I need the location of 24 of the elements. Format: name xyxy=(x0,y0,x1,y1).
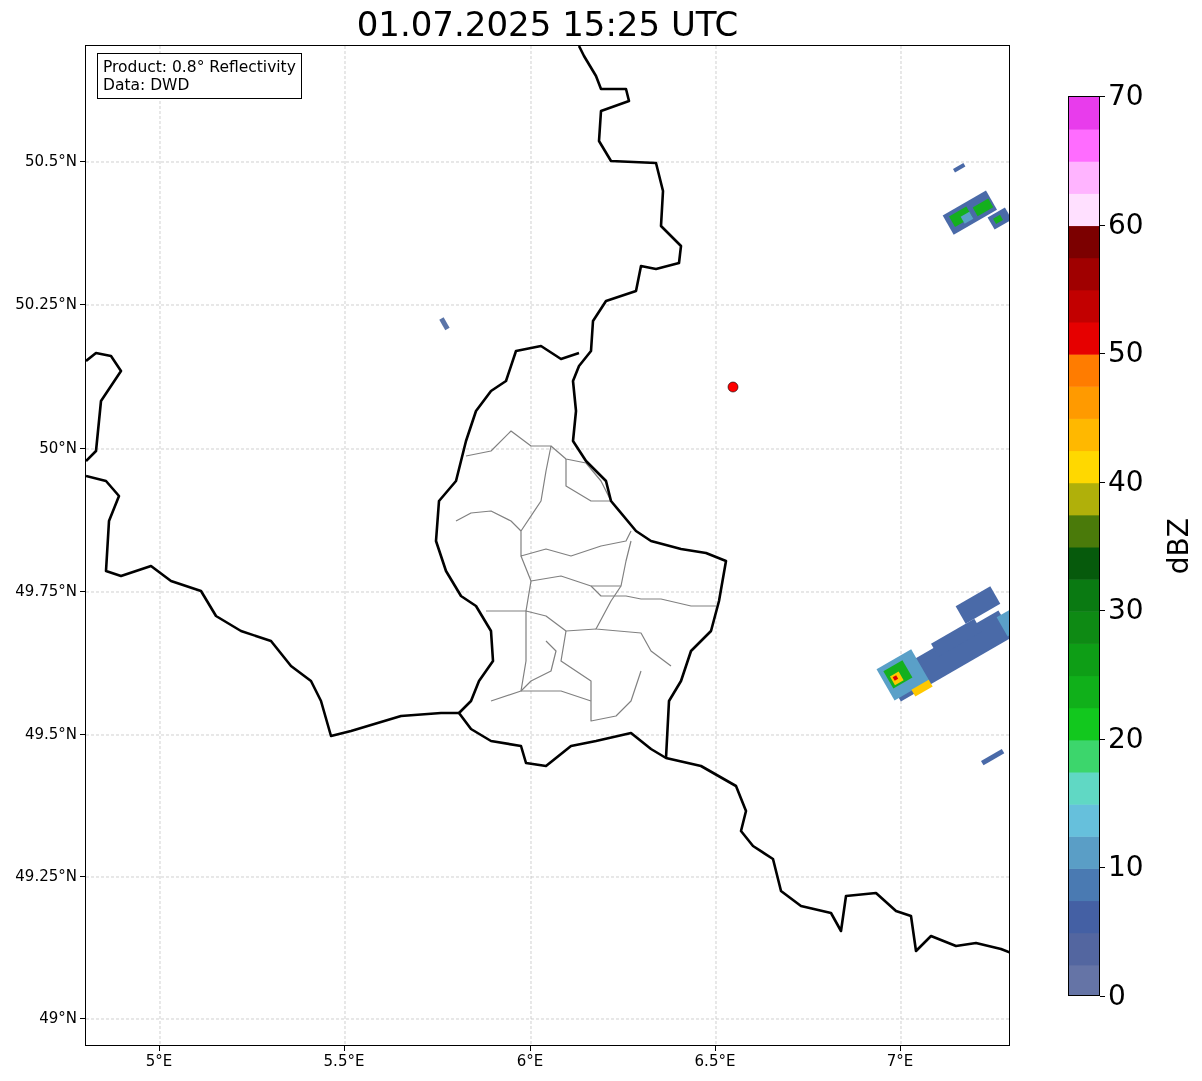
axis-tick-label: 6°E xyxy=(516,1052,544,1070)
colorbar-tick-label: 50 xyxy=(1108,339,1144,368)
colorbar-tick-label: 10 xyxy=(1108,853,1144,882)
colorbar-label: dBZ xyxy=(1164,518,1194,575)
chart-title: 01.07.2025 15:25 UTC xyxy=(355,4,740,44)
colorbar-tick-label: 70 xyxy=(1108,82,1144,110)
axis-tick-label: 50.25°N xyxy=(15,295,77,313)
axis-tick-label: 49°N xyxy=(39,1009,77,1027)
axis-tick-label: 50°N xyxy=(39,439,77,457)
colorbar-tick-label: 30 xyxy=(1108,596,1144,625)
colorbar-tick-label: 40 xyxy=(1108,467,1144,496)
colorbar-tick-label: 0 xyxy=(1108,982,1126,1010)
info-text: Data: DWD xyxy=(103,76,191,94)
axis-tick-label: 49.5°N xyxy=(24,725,77,743)
info-text: Product: 0.8° Reflectivity xyxy=(103,58,296,76)
axis-tick-label: 7°E xyxy=(886,1052,914,1070)
axis-tick-label: 6.5°E xyxy=(694,1052,736,1070)
axis-tick-label: 5.5°E xyxy=(323,1052,365,1070)
axis-tick-label: 50.5°N xyxy=(24,152,77,170)
colorbar-tick-label: 20 xyxy=(1108,724,1144,753)
axis-tick-label: 49.75°N xyxy=(15,582,77,600)
colorbar-tick-label: 60 xyxy=(1108,210,1144,239)
axis-tick-label: 49.25°N xyxy=(15,867,77,885)
axis-tick-label: 5°E xyxy=(145,1052,173,1070)
